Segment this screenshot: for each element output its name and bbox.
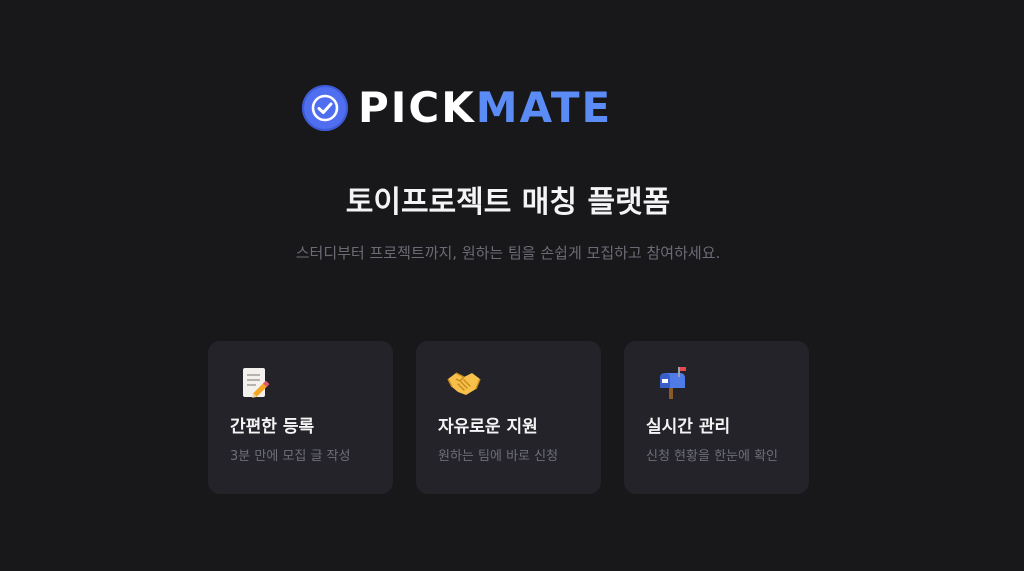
- feature-card-register: 간편한 등록 3분 만에 모집 글 작성: [208, 341, 393, 494]
- logo-text-mate: MATE: [475, 83, 613, 132]
- memo-pencil-icon: [243, 368, 270, 398]
- feature-title: 실시간 관리: [646, 417, 731, 437]
- feature-description: 3분 만에 모집 글 작성: [230, 449, 351, 464]
- feature-title: 자유로운 지원: [438, 417, 538, 437]
- feature-title: 간편한 등록: [230, 417, 315, 437]
- mailbox-icon: [660, 367, 686, 399]
- logo-text-pick: PICK: [358, 83, 476, 132]
- feature-card-apply: 자유로운 지원 원하는 팀에 바로 신청: [416, 341, 601, 494]
- handshake-icon: [447, 372, 481, 395]
- logo-wordmark: PICKMATE: [358, 84, 612, 132]
- feature-description: 원하는 팀에 바로 신청: [438, 449, 559, 464]
- hero-title: 토이프로젝트 매칭 플랫폼: [345, 185, 671, 220]
- feature-card-manage: 실시간 관리 신청 현황을 한눈에 확인: [624, 341, 809, 494]
- feature-cards: 간편한 등록 3분 만에 모집 글 작성 자유로운 지원 원하는 팀에 바로 신…: [208, 341, 809, 494]
- hero-subtitle: 스터디부터 프로젝트까지, 원하는 팀을 손쉽게 모집하고 참여하세요.: [295, 244, 721, 262]
- check-badge-icon: [302, 85, 348, 131]
- landing-page: PICKMATE 토이프로젝트 매칭 플랫폼 스터디부터 프로젝트까지, 원하는…: [0, 0, 1024, 571]
- pickmate-logo[interactable]: PICKMATE: [302, 84, 612, 132]
- feature-description: 신청 현황을 한눈에 확인: [646, 449, 778, 464]
